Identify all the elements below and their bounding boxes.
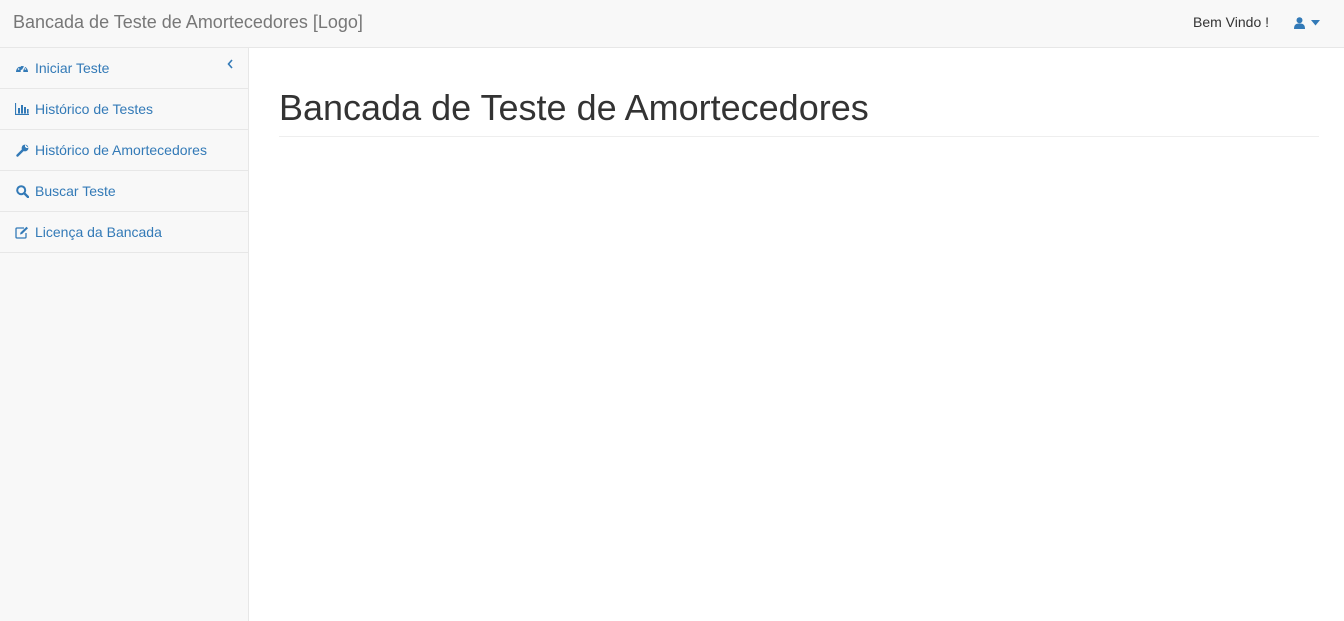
sidebar: Iniciar Teste Histórico de Testes Histór… bbox=[0, 48, 249, 621]
dashboard-icon bbox=[15, 61, 29, 75]
sidebar-item-label: Histórico de Testes bbox=[35, 101, 154, 117]
bar-chart-icon bbox=[15, 102, 29, 116]
search-icon bbox=[15, 184, 29, 198]
brand-link[interactable]: Bancada de Teste de Amortecedores [Logo] bbox=[13, 11, 363, 33]
wrench-icon bbox=[15, 143, 29, 157]
sidebar-item-buscar-teste[interactable]: Buscar Teste bbox=[0, 171, 248, 212]
main-content: Bancada de Teste de Amortecedores bbox=[249, 48, 1344, 621]
caret-down-icon bbox=[1311, 20, 1320, 26]
sidebar-item-licenca[interactable]: Licença da Bancada bbox=[0, 212, 248, 253]
user-icon bbox=[1294, 17, 1305, 29]
page-title: Bancada de Teste de Amortecedores bbox=[279, 87, 869, 128]
sidebar-item-iniciar-teste[interactable]: Iniciar Teste bbox=[0, 48, 248, 89]
sidebar-item-label: Buscar Teste bbox=[35, 183, 116, 199]
sidebar-item-label: Histórico de Amortecedores bbox=[35, 142, 207, 158]
user-menu-toggle[interactable] bbox=[1287, 12, 1327, 34]
top-navbar: Bancada de Teste de Amortecedores [Logo]… bbox=[0, 0, 1344, 48]
sidebar-item-historico-testes[interactable]: Histórico de Testes bbox=[0, 89, 248, 130]
edit-icon bbox=[15, 225, 29, 239]
sidebar-item-label: Iniciar Teste bbox=[35, 60, 110, 76]
page-header: Bancada de Teste de Amortecedores bbox=[279, 88, 1319, 137]
sidebar-item-label: Licença da Bancada bbox=[35, 224, 162, 240]
sidebar-item-historico-amortecedores[interactable]: Histórico de Amortecedores bbox=[0, 130, 248, 171]
welcome-text: Bem Vindo ! bbox=[1193, 14, 1270, 30]
